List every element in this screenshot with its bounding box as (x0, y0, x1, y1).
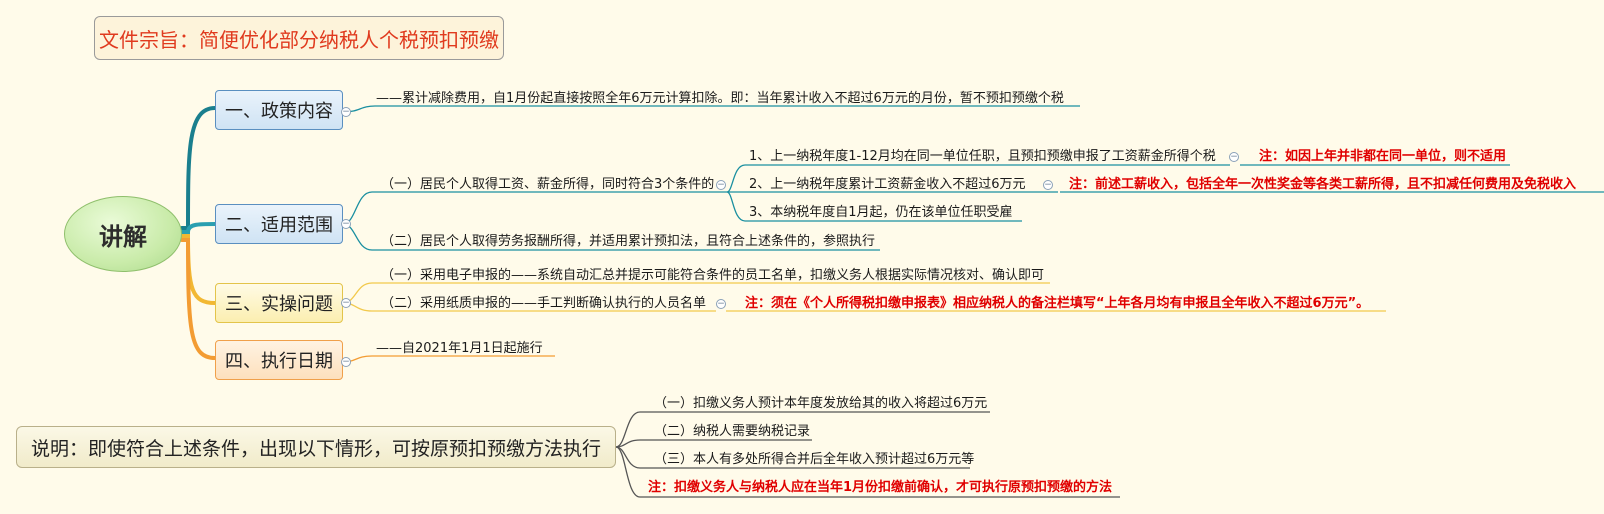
edge-expl-2 (615, 439, 812, 448)
branch-policy-content[interactable]: 一、政策内容 (215, 90, 343, 130)
branch-effective-date[interactable]: 四、执行日期 (215, 340, 343, 380)
condition-2: 2、上一纳税年度累计工资薪金收入不超过6万元 (749, 177, 1026, 192)
central-topic[interactable]: 讲解 (64, 196, 182, 272)
edge-center-policy (180, 106, 217, 230)
collapse-icon[interactable]: − (716, 299, 726, 309)
edge-scope-item1 (342, 191, 727, 225)
collapse-icon[interactable]: − (341, 357, 351, 367)
collapse-icon[interactable]: − (716, 180, 726, 190)
explanation-item-2: （二）纳税人需要纳税记录 (654, 424, 811, 439)
practice-item-1: （一）采用电子申报的——系统自动汇总并提示可能符合条件的员工名单，扣缴义务人根据… (381, 268, 1045, 283)
collapse-icon[interactable]: − (341, 298, 351, 308)
collapse-icon[interactable]: − (1229, 152, 1239, 162)
collapse-icon[interactable]: − (341, 219, 351, 229)
policy-item: ——累计减除费用，自1月份起直接按照全年6万元计算扣除。即：当年累计收入不超过6… (376, 91, 1064, 106)
date-item: ——自2021年1月1日起施行 (376, 341, 543, 356)
condition-1-note: 注：如因上年并非都在同一单位，则不适用 (1259, 149, 1507, 164)
scope-item-1: （一）居民个人取得工资、薪金所得，同时符合3个条件的 (381, 177, 715, 192)
scope-item-2: （二）居民个人取得劳务报酬所得，并适用累计预扣法，且符合上述条件的，参照执行 (381, 234, 876, 249)
practice-note: 注：须在《个人所得税扣缴申报表》相应纳税人的备注栏填写“上年各月均有申报且全年收… (745, 296, 1370, 311)
condition-1: 1、上一纳税年度1-12月均在同一单位任职，且预扣预缴申报了工资薪金所得个税 (749, 149, 1216, 164)
collapse-icon[interactable]: − (341, 107, 351, 117)
document-purpose-title: 文件宗旨：简便优化部分纳税人个税预扣预缴 (94, 16, 504, 60)
explanation-item-1: （一）扣缴义务人预计本年度发放给其的收入将超过6万元 (654, 396, 988, 411)
collapse-icon[interactable]: − (1043, 180, 1053, 190)
explanation-topic[interactable]: 说明：即使符合上述条件，出现以下情形，可按原预扣预缴方法执行 (16, 426, 616, 468)
branch-scope[interactable]: 二、适用范围 (215, 204, 343, 244)
explanation-note: 注：扣缴义务人与纳税人应在当年1月份扣缴前确认，才可执行原预扣预缴的方法 (648, 480, 1113, 495)
branch-practice-issues[interactable]: 三、实操问题 (215, 283, 343, 323)
condition-2-note: 注：前述工薪收入，包括全年一次性奖金等各类工薪所得，且不扣减任何费用及免税收入 (1069, 177, 1577, 192)
explanation-item-3: （三）本人有多处所得合并后全年收入预计超过6万元等 (654, 452, 975, 467)
practice-item-2: （二）采用纸质申报的——手工判断确认执行的人员名单 (381, 296, 707, 311)
condition-3: 3、本纳税年度自1月起，仍在该单位任职受雇 (749, 205, 1013, 220)
